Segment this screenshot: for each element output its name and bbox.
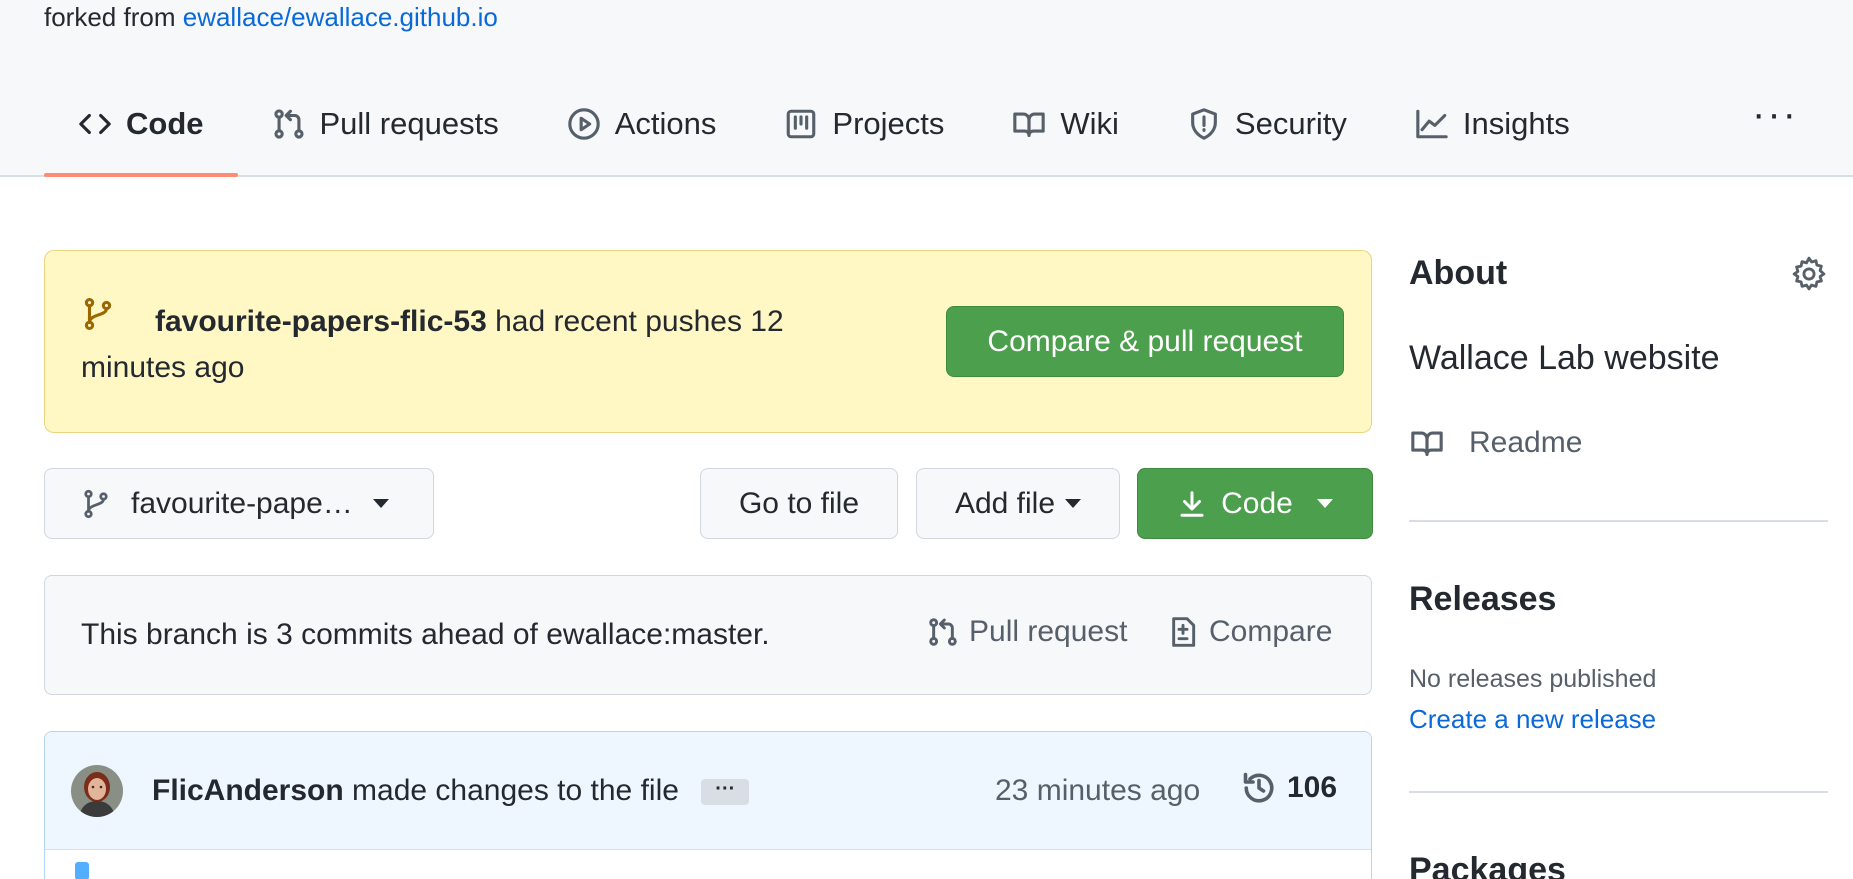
recent-push-branch[interactable]: favourite-papers-flic-53	[155, 305, 487, 338]
history-icon	[1243, 772, 1274, 803]
code-download-label: Code	[1221, 486, 1293, 520]
tab-wiki[interactable]: Wiki	[978, 87, 1153, 161]
download-icon	[1180, 490, 1204, 517]
book-icon	[1411, 431, 1443, 456]
compare-label: Compare	[1209, 615, 1333, 648]
about-heading: About	[1409, 254, 1508, 292]
file-icon	[75, 862, 89, 879]
git-branch-icon	[84, 489, 108, 518]
project-icon	[787, 109, 816, 139]
commit-time[interactable]: 23 minutes ago	[995, 774, 1200, 808]
tab-security-label: Security	[1234, 106, 1347, 141]
pull-request-link[interactable]: Pull request	[927, 614, 1127, 650]
add-file-button[interactable]: Add file	[916, 468, 1120, 539]
compare-link[interactable]: Compare	[1167, 614, 1332, 650]
tab-security[interactable]: Security	[1153, 87, 1381, 161]
forked-from-line: forked from ewallace/ewallace.github.io	[44, 2, 498, 33]
releases-heading[interactable]: Releases	[1409, 580, 1556, 619]
play-icon	[567, 108, 600, 140]
commit-text[interactable]: made changes to the file	[352, 774, 679, 807]
branch-select-label: favourite-pape…	[131, 486, 353, 520]
latest-commit-header: FlicAnderson made changes to the file ··…	[45, 732, 1371, 850]
commit-count: 106	[1287, 771, 1338, 804]
branch-ahead-text: This branch is 3 commits ahead of ewalla…	[81, 618, 770, 651]
avatar[interactable]	[71, 765, 123, 817]
commit-message: FlicAnderson made changes to the file ··…	[152, 774, 750, 808]
sidebar-divider	[1409, 791, 1828, 793]
code-download-button[interactable]: Code	[1137, 468, 1373, 539]
create-release-link[interactable]: Create a new release	[1409, 704, 1656, 735]
commit-expand-button[interactable]: ···	[701, 779, 750, 806]
tab-actions[interactable]: Actions	[533, 87, 751, 161]
git-pull-request-icon	[929, 618, 957, 646]
compare-pull-request-button[interactable]: Compare & pull request	[946, 306, 1344, 377]
graph-icon	[1416, 109, 1448, 139]
tab-projects-label: Projects	[832, 106, 945, 141]
book-icon	[1013, 112, 1046, 137]
readme-label: Readme	[1469, 426, 1583, 459]
readme-link[interactable]: Readme	[1409, 426, 1582, 460]
latest-commit-box: FlicAnderson made changes to the file ··…	[44, 731, 1372, 879]
avatar-image	[71, 765, 123, 817]
go-to-file-button[interactable]: Go to file	[700, 468, 898, 539]
kebab-horizontal-icon: ···	[1752, 92, 1798, 136]
tab-code[interactable]: Code	[44, 87, 238, 177]
code-icon	[79, 113, 111, 135]
packages-heading[interactable]: Packages	[1409, 851, 1566, 879]
shield-icon	[1191, 108, 1217, 140]
file-diff-icon	[1172, 617, 1196, 647]
recent-push-banner: favourite-papers-flic-53 had recent push…	[44, 250, 1372, 433]
add-file-label: Add file	[954, 486, 1056, 520]
forked-from-prefix: forked from	[44, 2, 176, 32]
tab-insights-label: Insights	[1462, 106, 1570, 141]
forked-from-link[interactable]: ewallace/ewallace.github.io	[183, 2, 498, 32]
branch-ahead-box: This branch is 3 commits ahead of ewalla…	[44, 575, 1372, 695]
recent-push-message: favourite-papers-flic-53 had recent push…	[81, 299, 801, 391]
tab-pull-requests[interactable]: Pull requests	[238, 87, 533, 161]
pull-request-label: Pull request	[969, 615, 1128, 648]
commit-history-link[interactable]: 106	[1241, 770, 1337, 806]
chevron-down-icon	[1065, 499, 1082, 508]
commit-author[interactable]: FlicAnderson	[152, 774, 344, 807]
git-pull-request-icon	[273, 109, 304, 139]
tabs-more-button[interactable]: ···	[1740, 90, 1810, 154]
tab-insights[interactable]: Insights	[1381, 87, 1604, 161]
branch-select-button[interactable]: favourite-pape…	[44, 468, 434, 539]
repo-description: Wallace Lab website	[1409, 339, 1720, 377]
chevron-down-icon	[1316, 499, 1333, 508]
tab-projects[interactable]: Projects	[750, 87, 978, 161]
gear-icon[interactable]	[1790, 255, 1828, 293]
repo-header: forked from ewallace/ewallace.github.io …	[0, 0, 1853, 177]
repo-tabs: Code Pull requests Actions Projects Wiki…	[44, 87, 1604, 177]
releases-empty-text: No releases published	[1409, 665, 1657, 693]
tab-wiki-label: Wiki	[1060, 106, 1119, 141]
tab-actions-label: Actions	[614, 106, 717, 141]
chevron-down-icon	[372, 499, 389, 508]
sidebar-divider	[1409, 520, 1828, 522]
tab-code-label: Code	[126, 106, 204, 141]
tab-pull-requests-label: Pull requests	[319, 106, 499, 141]
